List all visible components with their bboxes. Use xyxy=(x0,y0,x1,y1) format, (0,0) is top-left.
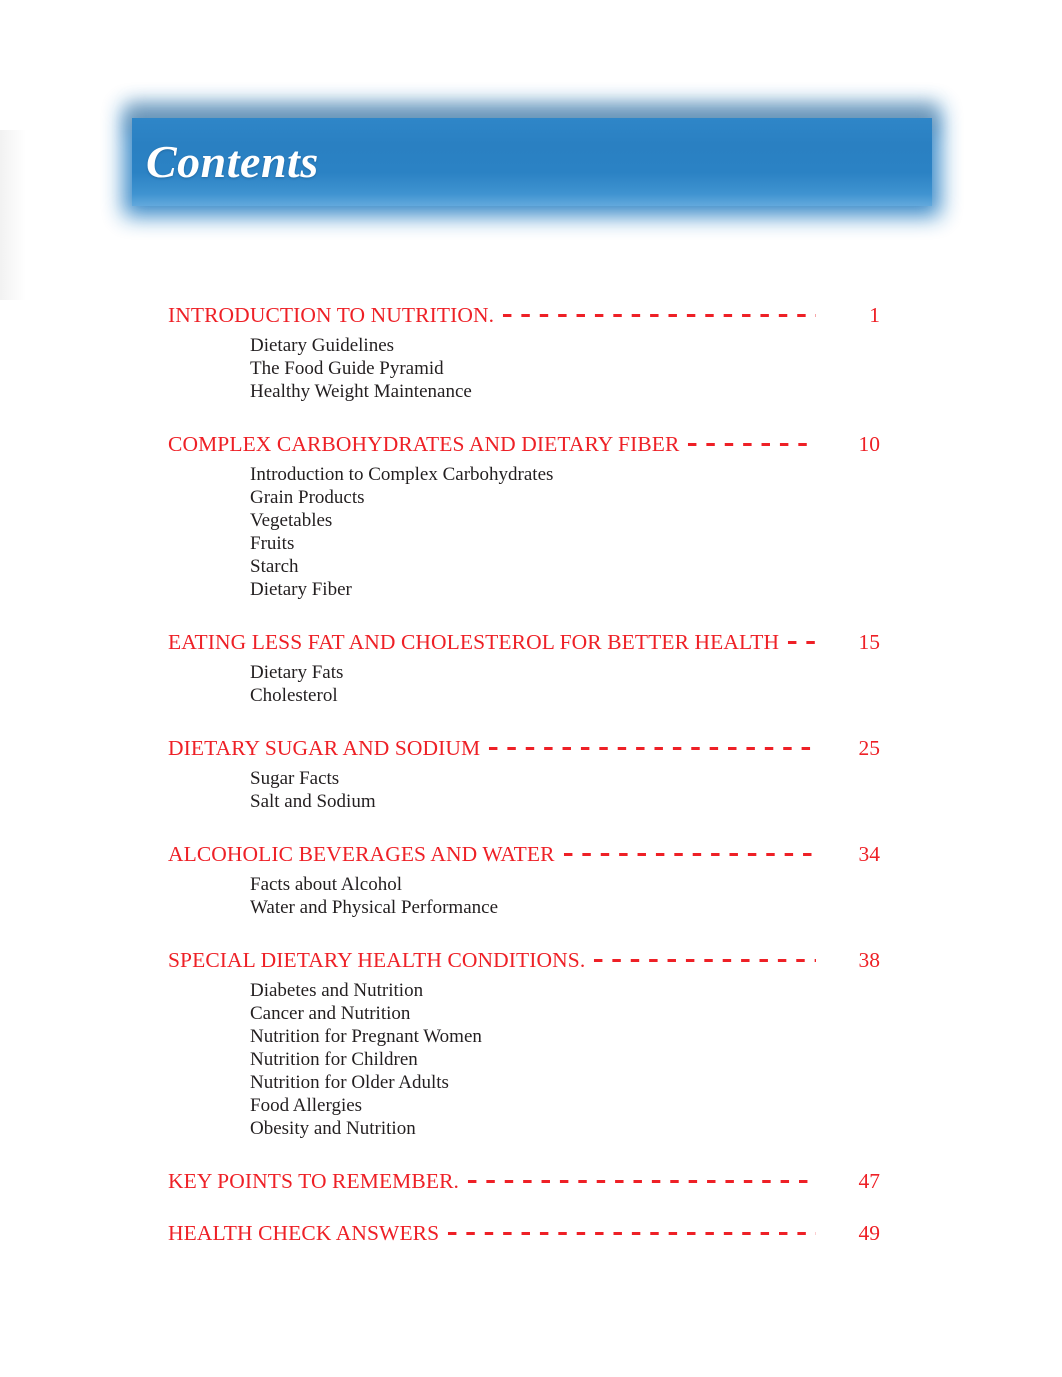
toc-entry-page-number: 49 xyxy=(858,1221,881,1245)
toc-entry[interactable]: INTRODUCTION TO NUTRITION. 1 Dietary Guide… xyxy=(168,300,880,403)
toc-subsection-list: Facts about Alcohol Water and Physical Pe… xyxy=(168,873,880,919)
toc-subsection-item[interactable]: Facts about Alcohol xyxy=(250,873,880,896)
toc-subsection-item[interactable]: Cholesterol xyxy=(250,684,880,707)
toc-subsection-list: Dietary Fats Cholesterol xyxy=(168,661,880,707)
toc-entry-title: COMPLEX CARBOHYDRATES AND DIETARY FIBER xyxy=(168,432,680,456)
toc-entry-spacer xyxy=(168,1196,880,1218)
toc-subsection-item[interactable]: Nutrition for Pregnant Women xyxy=(250,1025,880,1048)
dot-leader xyxy=(484,733,816,755)
page-scan-edge xyxy=(0,130,26,300)
dot-leader xyxy=(589,945,816,967)
toc-subsection-item[interactable]: Nutrition for Children xyxy=(250,1048,880,1071)
toc-entry-spacer xyxy=(168,403,880,429)
toc-entry-spacer xyxy=(168,919,880,945)
toc-subsection-item[interactable]: Starch xyxy=(250,555,880,578)
toc-entry-page-number: 1 xyxy=(869,303,880,327)
toc-entry-page-number: 10 xyxy=(858,432,881,456)
toc-subsection-item[interactable]: Diabetes and Nutrition xyxy=(250,979,880,1002)
dot-leader xyxy=(783,627,816,649)
toc-subsection-item[interactable]: Sugar Facts xyxy=(250,767,880,790)
toc-entry-title: ALCOHOLIC BEVERAGES AND WATER xyxy=(168,842,555,866)
toc-entry-header[interactable]: HEALTH CHECK ANSWERS 49 xyxy=(168,1218,880,1248)
toc-subsection-item[interactable]: Healthy Weight Maintenance xyxy=(250,380,880,403)
toc-entry[interactable]: DIETARY SUGAR AND SODIUM 25 Sugar Facts Sal… xyxy=(168,733,880,813)
toc-entry[interactable]: SPECIAL DIETARY HEALTH CONDITIONS. 38 Diab… xyxy=(168,945,880,1140)
toc-entry-header[interactable]: INTRODUCTION TO NUTRITION. 1 xyxy=(168,300,880,330)
toc-entry[interactable]: EATING LESS FAT AND CHOLESTEROL FOR BETT… xyxy=(168,627,880,707)
table-of-contents: INTRODUCTION TO NUTRITION. 1 Dietary Guide… xyxy=(168,300,880,1248)
toc-entry-title: KEY POINTS TO REMEMBER. xyxy=(168,1169,459,1193)
toc-entry-header[interactable]: SPECIAL DIETARY HEALTH CONDITIONS. 38 xyxy=(168,945,880,975)
toc-subsection-list: Diabetes and Nutrition Cancer and Nutriti… xyxy=(168,979,880,1140)
toc-subsection-item[interactable]: Nutrition for Older Adults xyxy=(250,1071,880,1094)
toc-entry[interactable]: KEY POINTS TO REMEMBER. 47 xyxy=(168,1166,880,1196)
toc-entry-header[interactable]: ALCOHOLIC BEVERAGES AND WATER 34 xyxy=(168,839,880,869)
toc-entry-header[interactable]: KEY POINTS TO REMEMBER. 47 xyxy=(168,1166,880,1196)
toc-subsection-item[interactable]: Dietary Fiber xyxy=(250,578,880,601)
toc-entry-page-number: 15 xyxy=(858,630,881,654)
dot-leader xyxy=(443,1218,816,1240)
toc-entry[interactable]: COMPLEX CARBOHYDRATES AND DIETARY FIBER 1… xyxy=(168,429,880,601)
toc-entry-spacer xyxy=(168,601,880,627)
toc-subsection-item[interactable]: Food Allergies xyxy=(250,1094,880,1117)
toc-subsection-item[interactable]: Grain Products xyxy=(250,486,880,509)
toc-entry-title: DIETARY SUGAR AND SODIUM xyxy=(168,736,481,760)
toc-entry-page-number: 38 xyxy=(858,948,881,972)
toc-entry-page-number: 47 xyxy=(858,1169,881,1193)
toc-entry-spacer xyxy=(168,707,880,733)
toc-entry-page-number: 34 xyxy=(858,842,881,866)
toc-entry-title: HEALTH CHECK ANSWERS xyxy=(168,1221,440,1245)
dot-leader xyxy=(558,839,816,861)
toc-subsection-item[interactable]: Cancer and Nutrition xyxy=(250,1002,880,1025)
toc-entry-title: SPECIAL DIETARY HEALTH CONDITIONS. xyxy=(168,948,586,972)
toc-entry-page-number: 25 xyxy=(858,736,881,760)
toc-subsection-item[interactable]: Fruits xyxy=(250,532,880,555)
toc-entry-header[interactable]: COMPLEX CARBOHYDRATES AND DIETARY FIBER 1… xyxy=(168,429,880,459)
dot-leader xyxy=(498,300,816,322)
toc-subsection-item[interactable]: Introduction to Complex Carbohydrates xyxy=(250,463,880,486)
toc-subsection-list: Dietary Guidelines The Food Guide Pyramid… xyxy=(168,334,880,403)
toc-subsection-item[interactable]: Water and Physical Performance xyxy=(250,896,880,919)
toc-subsection-list: Introduction to Complex Carbohydrates Gra… xyxy=(168,463,880,601)
toc-entry-spacer xyxy=(168,813,880,839)
toc-subsection-item[interactable]: Salt and Sodium xyxy=(250,790,880,813)
toc-entry-header[interactable]: EATING LESS FAT AND CHOLESTEROL FOR BETT… xyxy=(168,627,880,657)
toc-entry-title: EATING LESS FAT AND CHOLESTEROL FOR BETT… xyxy=(168,630,780,654)
toc-subsection-item[interactable]: Obesity and Nutrition xyxy=(250,1117,880,1140)
toc-entry-header[interactable]: DIETARY SUGAR AND SODIUM 25 xyxy=(168,733,880,763)
toc-subsection-item[interactable]: The Food Guide Pyramid xyxy=(250,357,880,380)
page-title: Contents xyxy=(146,136,319,187)
dot-leader xyxy=(463,1166,816,1188)
toc-entry-spacer xyxy=(168,1140,880,1166)
toc-subsection-item[interactable]: Dietary Fats xyxy=(250,661,880,684)
toc-entry[interactable]: HEALTH CHECK ANSWERS 49 xyxy=(168,1218,880,1248)
toc-subsection-list: Sugar Facts Salt and Sodium xyxy=(168,767,880,813)
dot-leader xyxy=(683,429,816,451)
toc-subsection-item[interactable]: Dietary Guidelines xyxy=(250,334,880,357)
toc-subsection-item[interactable]: Vegetables xyxy=(250,509,880,532)
toc-entry[interactable]: ALCOHOLIC BEVERAGES AND WATER 34 Facts abo… xyxy=(168,839,880,919)
toc-entry-title: INTRODUCTION TO NUTRITION. xyxy=(168,303,495,327)
